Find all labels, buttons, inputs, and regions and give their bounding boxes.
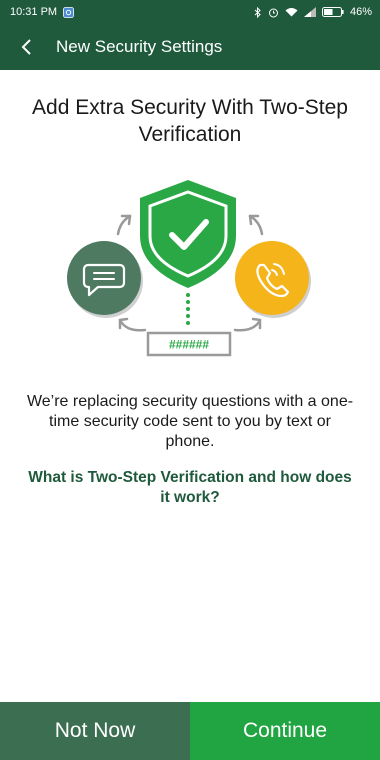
shield-check-icon bbox=[140, 180, 236, 288]
dotted-connector bbox=[186, 293, 190, 325]
arrow-down-left-icon bbox=[118, 317, 147, 332]
security-code-box: ###### bbox=[146, 331, 232, 357]
battery-percent: 46% bbox=[349, 6, 372, 18]
wifi-icon bbox=[285, 7, 298, 17]
status-bar: 10:31 PM 46% bbox=[0, 0, 380, 24]
bluetooth-icon bbox=[254, 6, 262, 18]
two-step-info-link[interactable]: What is Two-Step Verification and how do… bbox=[22, 468, 358, 508]
battery-icon bbox=[321, 7, 344, 17]
chat-bubble-icon bbox=[67, 241, 143, 318]
app-bar: New Security Settings bbox=[0, 24, 380, 70]
not-now-button[interactable]: Not Now bbox=[0, 702, 190, 760]
description: We’re replacing security questions with … bbox=[26, 393, 354, 450]
status-time: 10:31 PM bbox=[10, 6, 58, 18]
status-bar-left: 10:31 PM bbox=[10, 6, 74, 18]
headline: Add Extra Security With Two-Step Verific… bbox=[32, 96, 348, 146]
page-title: New Security Settings bbox=[56, 37, 223, 56]
arrow-up-left-icon bbox=[116, 214, 132, 236]
back-button[interactable] bbox=[14, 34, 40, 60]
arrow-up-right-icon bbox=[248, 214, 264, 236]
back-arrow-icon bbox=[21, 39, 31, 55]
signal-icon bbox=[303, 7, 316, 17]
arrow-down-right-icon bbox=[233, 317, 262, 332]
status-bar-right: 46% bbox=[254, 6, 372, 18]
continue-button[interactable]: Continue bbox=[190, 702, 380, 760]
phone-icon bbox=[235, 241, 311, 318]
security-code-text: ###### bbox=[169, 338, 209, 352]
two-step-illustration: ###### bbox=[67, 180, 311, 357]
notification-app-icon bbox=[63, 6, 74, 18]
alarm-icon bbox=[268, 7, 279, 18]
